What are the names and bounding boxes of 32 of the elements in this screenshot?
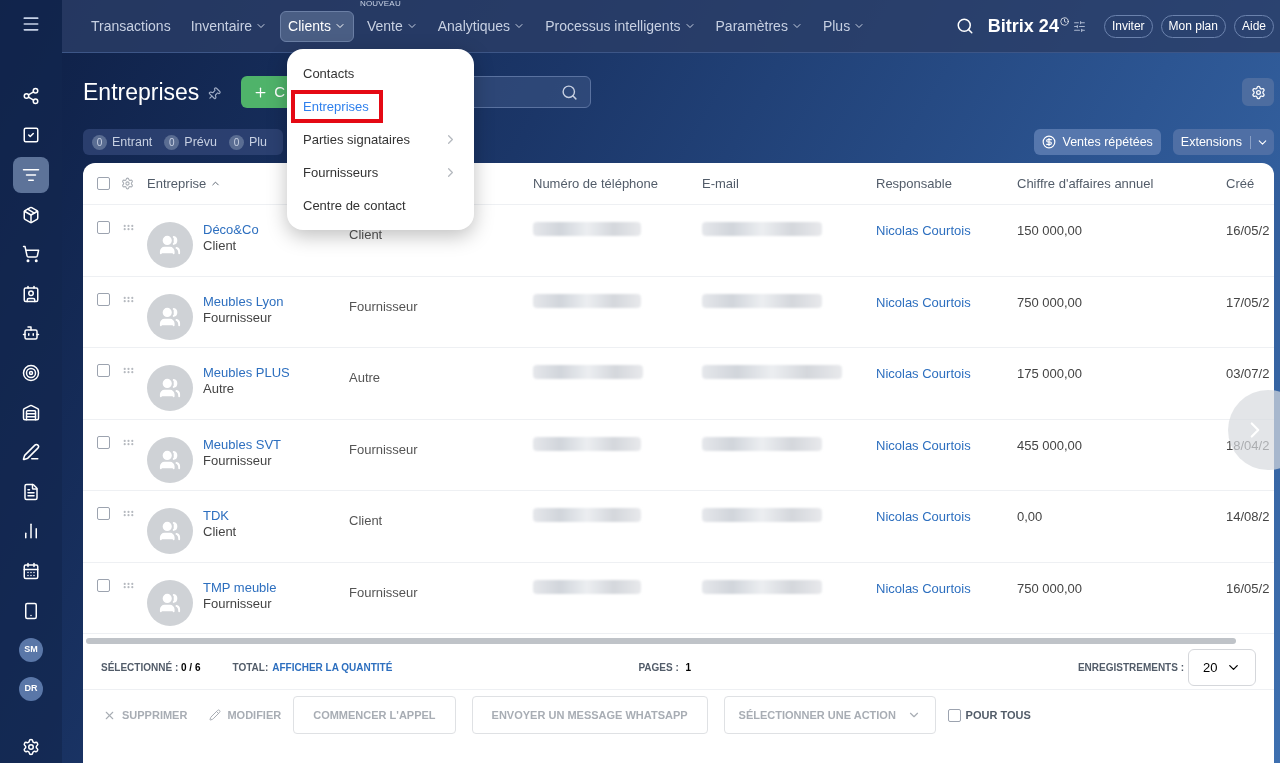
table-cell-text: 14/08/2	[1226, 508, 1270, 526]
company-type: Client	[203, 524, 237, 540]
company-type: Client	[203, 238, 238, 254]
table-cell-text: 455 000,00	[1017, 436, 1084, 455]
table-cell-text: 16/05/2	[1226, 579, 1270, 598]
table-cell-text: Autre	[349, 369, 382, 387]
table-cell-text: 16/05/2	[1226, 222, 1270, 240]
company-type: Fournisseur	[203, 452, 273, 469]
table-cell-text: 175 000,00	[1017, 365, 1084, 383]
table-cell-text: 750 000,00	[1017, 579, 1084, 598]
table-cell-text: 0,00	[1017, 508, 1044, 526]
company-type: Fournisseur	[203, 309, 273, 326]
table-cell-text: Client	[349, 226, 384, 244]
logo: Bitrix 24	[987, 14, 1059, 38]
total-label: TOTAL:	[232, 661, 269, 675]
for-all-label: POUR TOUS	[965, 707, 1031, 723]
company-type: Autre	[203, 381, 236, 397]
records-label: ENREGISTREMENTS :	[1077, 661, 1184, 675]
table-cell-text: Client	[349, 512, 384, 530]
new-label: NOUVEAU	[359, 0, 401, 10]
table-cell-text: 18/04/2	[1226, 436, 1270, 455]
company-type: Fournisseur	[203, 595, 273, 612]
page-title: Entreprises	[83, 77, 200, 107]
selected-count: SÉLECTIONNÉ : 0 / 6	[101, 660, 201, 675]
table-cell-text: Fournisseur	[349, 583, 419, 602]
table-cell-text: Fournisseur	[349, 440, 419, 459]
table-cell-text: 750 000,00	[1017, 293, 1084, 312]
table-cell-text: 17/05/2	[1226, 293, 1270, 312]
table-cell-text: Fournisseur	[349, 297, 419, 316]
pages-info: PAGES : 1	[638, 661, 692, 675]
table-cell-text: 03/07/2	[1226, 365, 1270, 383]
table-cell-text: 150 000,00	[1017, 222, 1084, 240]
